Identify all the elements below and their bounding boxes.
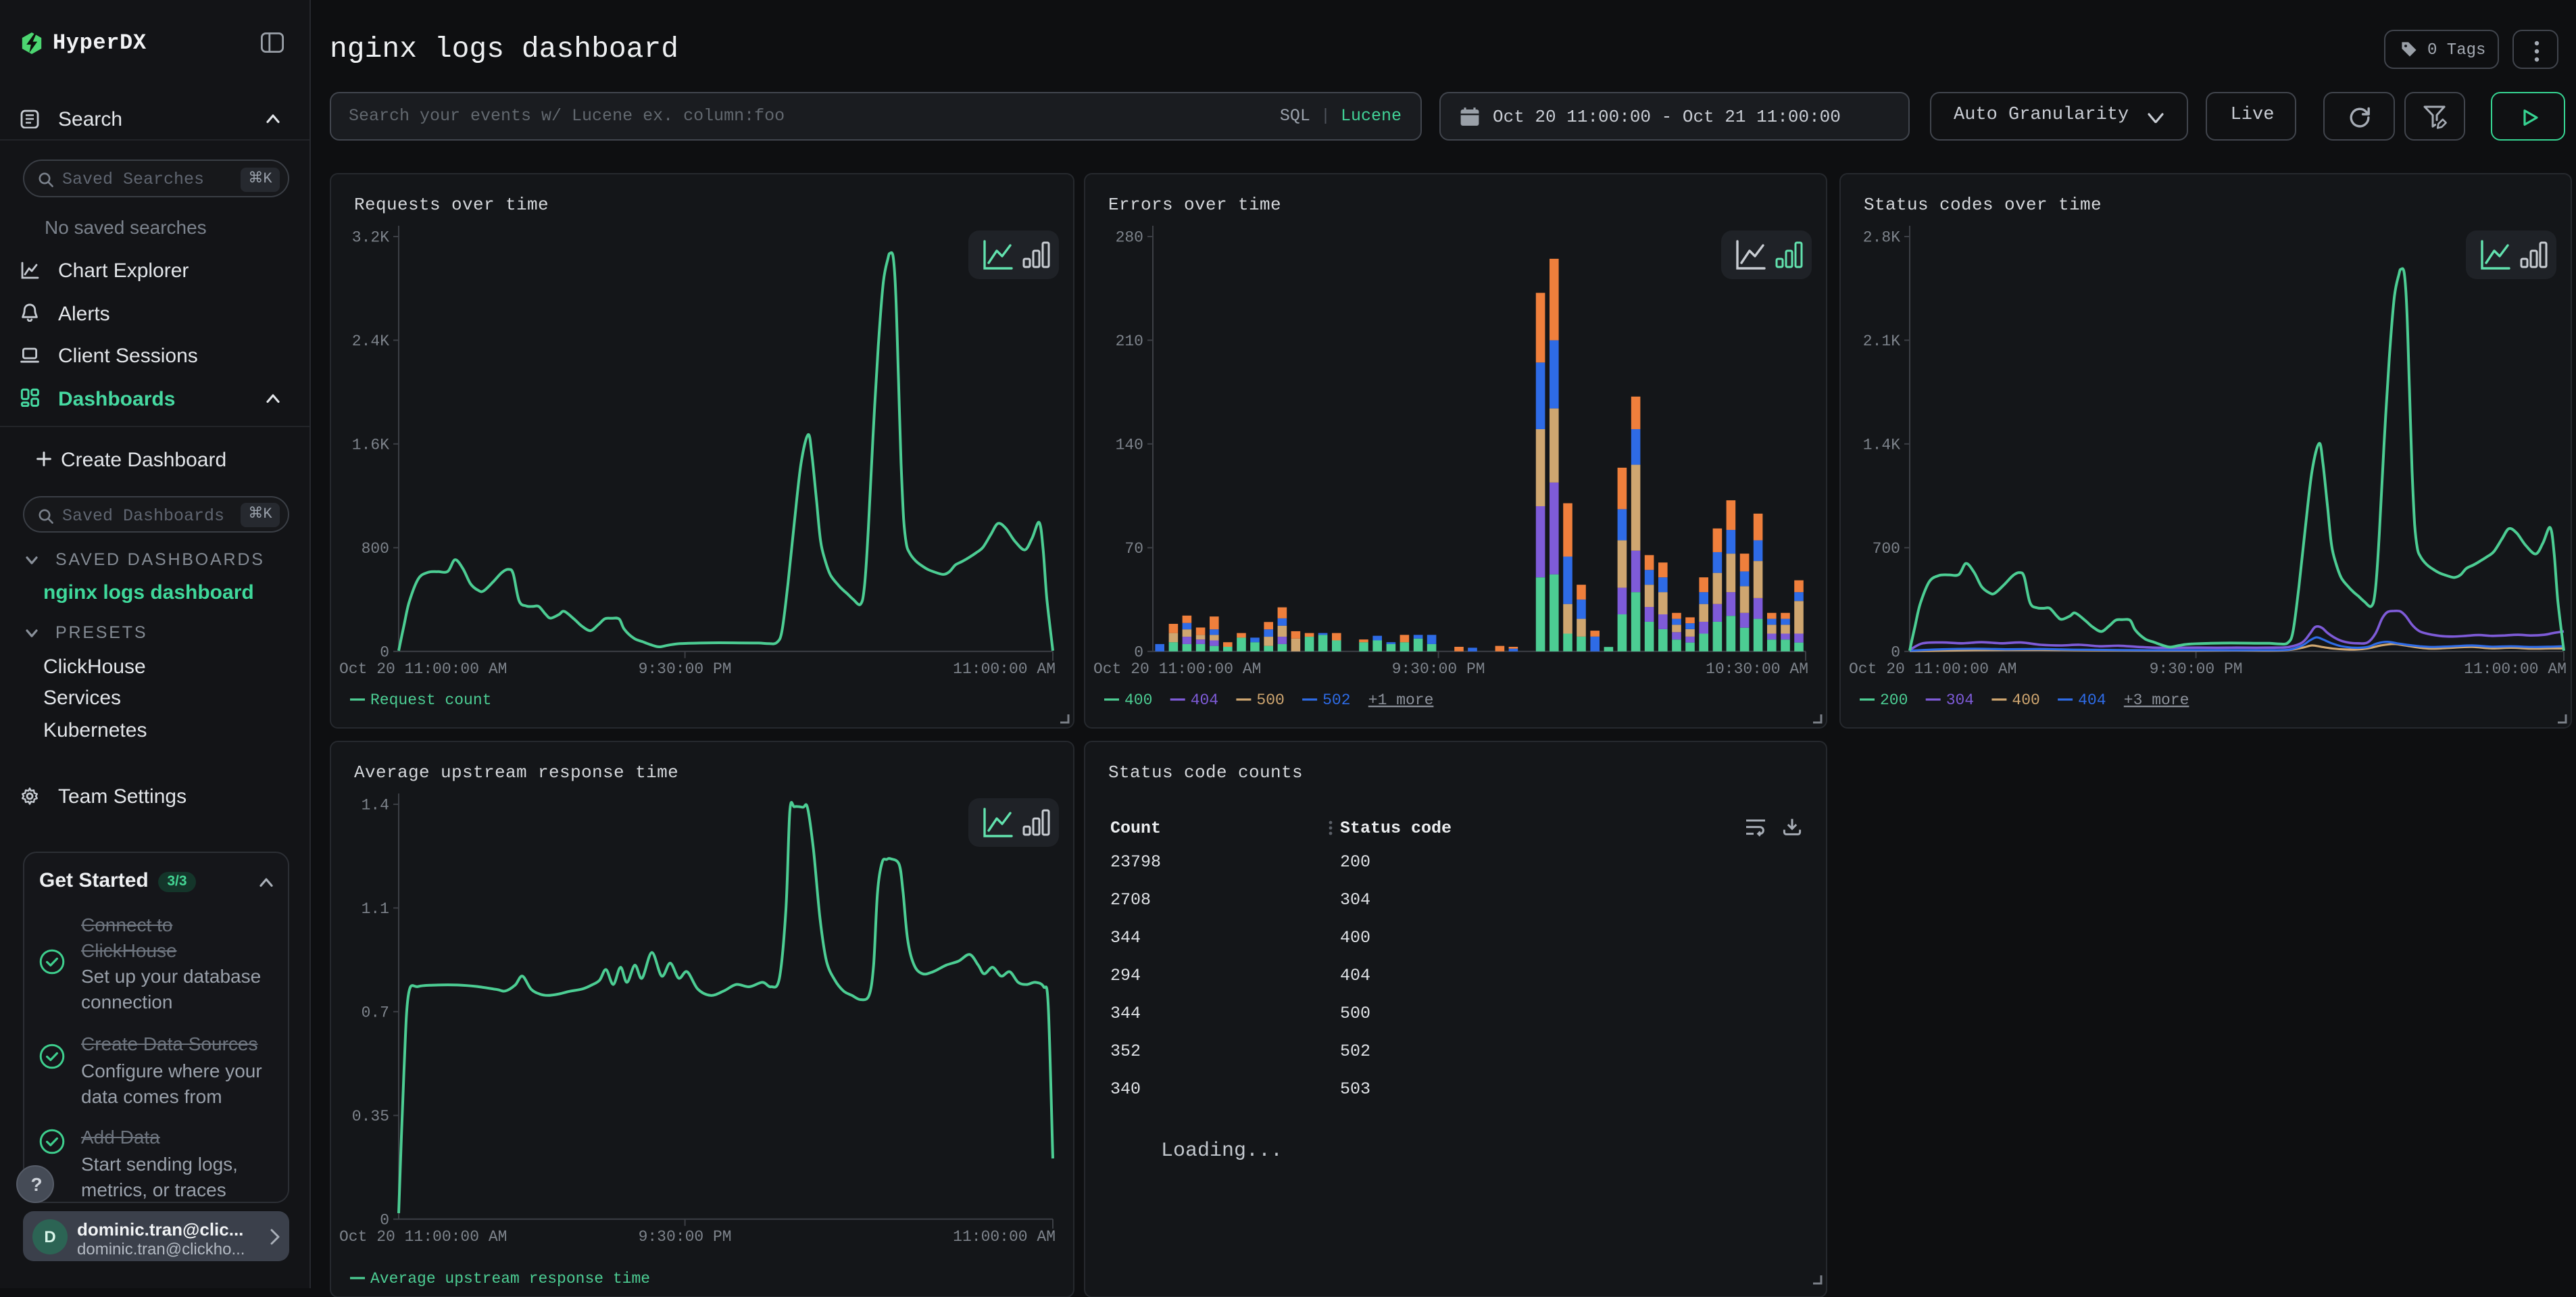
svg-text:404: 404 xyxy=(1191,691,1218,708)
svg-text:Oct 20 11:00:00 AM: Oct 20 11:00:00 AM xyxy=(339,660,507,677)
svg-text:0: 0 xyxy=(1891,643,1900,660)
svg-text:200: 200 xyxy=(1880,691,1908,708)
svg-text:0.7: 0.7 xyxy=(362,1003,389,1021)
svg-text:Oct 20 11:00:00 AM: Oct 20 11:00:00 AM xyxy=(1849,660,2016,677)
svg-text:0: 0 xyxy=(1134,643,1143,660)
svg-text:9:30:00 PM: 9:30:00 PM xyxy=(639,1227,732,1245)
svg-text:9:30:00 PM: 9:30:00 PM xyxy=(2150,660,2243,677)
svg-text:11:00:00 AM: 11:00:00 AM xyxy=(953,660,1056,677)
svg-text:404: 404 xyxy=(2078,691,2106,708)
svg-text:Oct 20 11:00:00 AM: Oct 20 11:00:00 AM xyxy=(1093,660,1261,677)
svg-text:+1 more: +1 more xyxy=(1368,691,1434,708)
svg-text:1.6K: 1.6K xyxy=(352,435,389,453)
svg-text:210: 210 xyxy=(1116,332,1143,349)
svg-text:700: 700 xyxy=(1873,539,1900,557)
svg-text:280: 280 xyxy=(1116,228,1143,246)
svg-text:11:00:00 AM: 11:00:00 AM xyxy=(2464,660,2567,677)
svg-text:1.1: 1.1 xyxy=(362,900,389,917)
svg-text:2.4K: 2.4K xyxy=(352,332,389,349)
svg-text:500: 500 xyxy=(1256,691,1284,708)
svg-text:Request count: Request count xyxy=(370,691,491,708)
svg-text:800: 800 xyxy=(362,539,389,557)
svg-text:9:30:00 PM: 9:30:00 PM xyxy=(1392,660,1485,677)
svg-text:0.35: 0.35 xyxy=(352,1107,389,1125)
svg-text:70: 70 xyxy=(1124,539,1143,557)
svg-text:2.1K: 2.1K xyxy=(1863,332,1900,349)
svg-text:0: 0 xyxy=(380,643,389,660)
svg-text:10:30:00 AM: 10:30:00 AM xyxy=(1706,660,1808,677)
svg-text:0: 0 xyxy=(380,1210,389,1228)
svg-text:400: 400 xyxy=(2012,691,2039,708)
svg-text:11:00:00 AM: 11:00:00 AM xyxy=(953,1227,1056,1245)
svg-text:304: 304 xyxy=(1946,691,1974,708)
svg-text:1.4: 1.4 xyxy=(362,796,389,814)
svg-text:400: 400 xyxy=(1124,691,1152,708)
svg-text:+3 more: +3 more xyxy=(2124,691,2189,708)
svg-text:140: 140 xyxy=(1116,435,1143,453)
svg-text:Average upstream response time: Average upstream response time xyxy=(370,1269,650,1287)
svg-text:502: 502 xyxy=(1322,691,1350,708)
svg-text:3.2K: 3.2K xyxy=(352,228,389,246)
svg-text:Oct 20 11:00:00 AM: Oct 20 11:00:00 AM xyxy=(339,1227,507,1245)
svg-text:1.4K: 1.4K xyxy=(1863,435,1900,453)
svg-text:9:30:00 PM: 9:30:00 PM xyxy=(639,660,732,677)
svg-text:2.8K: 2.8K xyxy=(1863,228,1900,246)
